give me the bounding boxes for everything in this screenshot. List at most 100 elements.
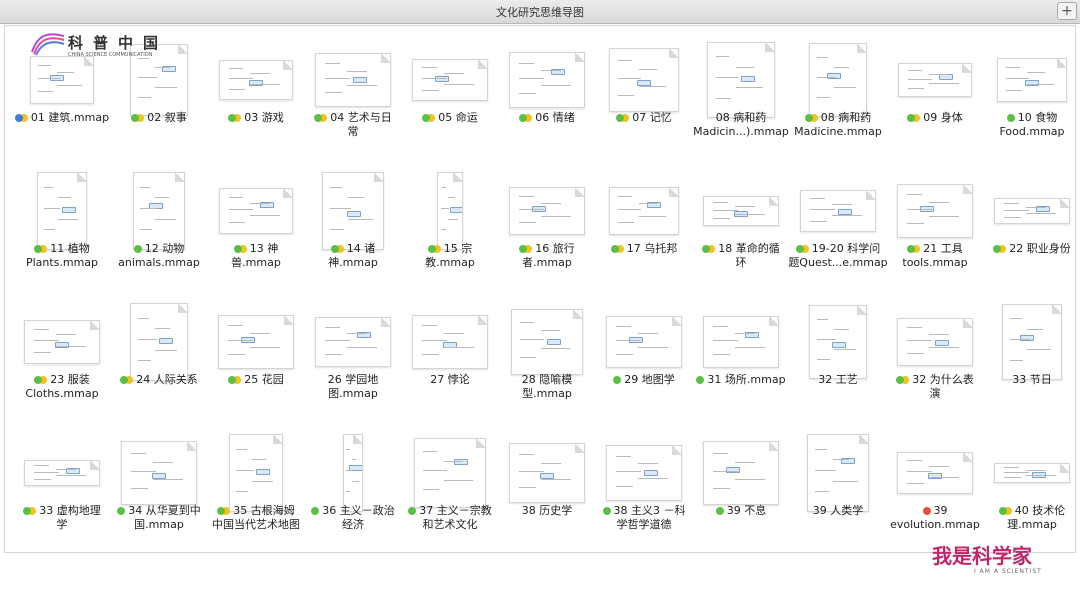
mindmap-thumbnail[interactable] xyxy=(30,56,94,104)
file-item[interactable]: 16 旅行 者.mmap xyxy=(497,162,597,290)
mindmap-thumbnail[interactable] xyxy=(897,452,973,494)
mindmap-thumbnail[interactable] xyxy=(133,172,185,250)
mindmap-thumbnail[interactable] xyxy=(229,434,283,512)
file-item[interactable]: 33 节日 xyxy=(982,293,1075,421)
mindmap-thumbnail[interactable] xyxy=(994,463,1070,483)
mindmap-thumbnail[interactable] xyxy=(437,172,463,250)
file-label[interactable]: 24 人际关系 xyxy=(109,373,209,387)
mindmap-thumbnail[interactable] xyxy=(315,317,391,367)
file-label[interactable]: 38 主义3 －科 学哲学道德 xyxy=(594,504,694,532)
file-label[interactable]: 34 从华夏到中 国.mmap xyxy=(109,504,209,532)
mindmap-thumbnail[interactable] xyxy=(994,198,1070,224)
file-label[interactable]: 23 服装 Cloths.mmap xyxy=(12,373,112,401)
file-item[interactable]: 25 花园 xyxy=(206,293,306,421)
file-item[interactable]: 21 工具 tools.mmap xyxy=(885,162,985,290)
mindmap-thumbnail[interactable] xyxy=(609,48,679,112)
mindmap-thumbnail[interactable] xyxy=(1002,304,1062,380)
mindmap-thumbnail[interactable] xyxy=(509,52,585,108)
file-item[interactable]: 39 人类学 xyxy=(788,424,888,552)
file-item[interactable]: 32 工艺 xyxy=(788,293,888,421)
file-item[interactable]: 05 命运 xyxy=(400,31,500,159)
file-item[interactable]: 35 古根海姆 中国当代艺术地图 xyxy=(206,424,306,552)
file-item[interactable]: 13 神兽.mmap xyxy=(206,162,306,290)
mindmap-thumbnail[interactable] xyxy=(130,303,188,381)
file-label[interactable]: 10 食物 Food.mmap xyxy=(982,111,1075,139)
file-item[interactable]: 03 游戏 xyxy=(206,31,306,159)
mindmap-thumbnail[interactable] xyxy=(218,315,294,369)
file-label[interactable]: 14 诸神.mmap xyxy=(303,242,403,270)
mindmap-thumbnail[interactable] xyxy=(412,59,488,101)
file-label[interactable]: 38 历史学 xyxy=(497,504,597,518)
mindmap-thumbnail[interactable] xyxy=(898,63,972,97)
file-label[interactable]: 03 游戏 xyxy=(206,111,306,125)
file-item[interactable]: 12 动物 animals.mmap xyxy=(109,162,209,290)
file-label[interactable]: 02 叙事 xyxy=(109,111,209,125)
add-button[interactable]: + xyxy=(1057,2,1077,20)
mindmap-thumbnail[interactable] xyxy=(511,309,583,375)
file-label[interactable]: 39 evolution.mmap xyxy=(885,504,985,532)
mindmap-thumbnail[interactable] xyxy=(703,316,779,368)
file-item[interactable]: 08 病和药 Madicin...).mmap xyxy=(691,31,791,159)
file-item[interactable]: 10 食物 Food.mmap xyxy=(982,31,1075,159)
mindmap-thumbnail[interactable] xyxy=(606,316,682,368)
mindmap-thumbnail[interactable] xyxy=(509,443,585,503)
file-item[interactable]: 29 地图学 xyxy=(594,293,694,421)
file-label[interactable]: 22 职业身份 xyxy=(982,242,1075,256)
file-item[interactable]: 39 不息 xyxy=(691,424,791,552)
file-label[interactable]: 27 悖论 xyxy=(400,373,500,387)
file-label[interactable]: 07 记忆 xyxy=(594,111,694,125)
file-item[interactable]: 40 技术伦 理.mmap xyxy=(982,424,1075,552)
mindmap-thumbnail[interactable] xyxy=(897,318,973,366)
file-label[interactable]: 33 虚构地理学 xyxy=(12,504,112,532)
mindmap-thumbnail[interactable] xyxy=(315,53,391,107)
file-item[interactable]: 09 身体 xyxy=(885,31,985,159)
file-item[interactable]: 22 职业身份 xyxy=(982,162,1075,290)
file-label[interactable]: 21 工具 tools.mmap xyxy=(885,242,985,270)
file-label[interactable]: 09 身体 xyxy=(885,111,985,125)
file-item[interactable]: 36 主义－政治 经济 xyxy=(303,424,403,552)
mindmap-thumbnail[interactable] xyxy=(509,187,585,235)
file-item[interactable]: 37 主义－宗教 和艺术文化 xyxy=(400,424,500,552)
file-item[interactable]: 18 革命的循环 xyxy=(691,162,791,290)
file-label[interactable]: 39 人类学 xyxy=(788,504,888,518)
file-item[interactable]: 19-20 科学问 题Quest...e.mmap xyxy=(788,162,888,290)
file-label[interactable]: 19-20 科学问 题Quest...e.mmap xyxy=(788,242,888,270)
file-label[interactable]: 25 花园 xyxy=(206,373,306,387)
file-label[interactable]: 08 病和药 Madicin...).mmap xyxy=(691,111,791,139)
file-item[interactable]: 27 悖论 xyxy=(400,293,500,421)
mindmap-thumbnail[interactable] xyxy=(24,320,100,364)
mindmap-thumbnail[interactable] xyxy=(414,438,486,508)
file-label[interactable]: 17 乌托邦 xyxy=(594,242,694,256)
file-item[interactable]: 39 evolution.mmap xyxy=(885,424,985,552)
file-item[interactable]: 33 虚构地理学 xyxy=(12,424,112,552)
mindmap-thumbnail[interactable] xyxy=(24,460,100,486)
file-item[interactable]: 23 服装 Cloths.mmap xyxy=(12,293,112,421)
file-item[interactable]: 15 宗教.mmap xyxy=(400,162,500,290)
file-label[interactable]: 13 神兽.mmap xyxy=(206,242,306,270)
file-label[interactable]: 18 革命的循环 xyxy=(691,242,791,270)
file-label[interactable]: 29 地图学 xyxy=(594,373,694,387)
mindmap-thumbnail[interactable] xyxy=(609,187,679,235)
file-label[interactable]: 33 节日 xyxy=(982,373,1075,387)
file-item[interactable]: 06 情绪 xyxy=(497,31,597,159)
file-label[interactable]: 05 命运 xyxy=(400,111,500,125)
file-item[interactable]: 38 历史学 xyxy=(497,424,597,552)
file-label[interactable]: 31 场所.mmap xyxy=(691,373,791,387)
file-label[interactable]: 11 植物 Plants.mmap xyxy=(12,242,112,270)
mindmap-thumbnail[interactable] xyxy=(343,434,363,512)
mindmap-thumbnail[interactable] xyxy=(322,172,384,250)
file-label[interactable]: 32 为什么表演 xyxy=(885,373,985,401)
file-label[interactable]: 37 主义－宗教 和艺术文化 xyxy=(400,504,500,532)
file-item[interactable]: 38 主义3 －科 学哲学道德 xyxy=(594,424,694,552)
file-item[interactable]: 07 记忆 xyxy=(594,31,694,159)
file-label[interactable]: 15 宗教.mmap xyxy=(400,242,500,270)
file-label[interactable]: 12 动物 animals.mmap xyxy=(109,242,209,270)
mindmap-thumbnail[interactable] xyxy=(37,172,87,250)
file-item[interactable]: 31 场所.mmap xyxy=(691,293,791,421)
mindmap-thumbnail[interactable] xyxy=(707,42,775,118)
mindmap-thumbnail[interactable] xyxy=(807,434,869,512)
file-label[interactable]: 28 隐喻模 型.mmap xyxy=(497,373,597,401)
file-item[interactable]: 34 从华夏到中 国.mmap xyxy=(109,424,209,552)
mindmap-thumbnail[interactable] xyxy=(219,60,293,100)
file-label[interactable]: 32 工艺 xyxy=(788,373,888,387)
